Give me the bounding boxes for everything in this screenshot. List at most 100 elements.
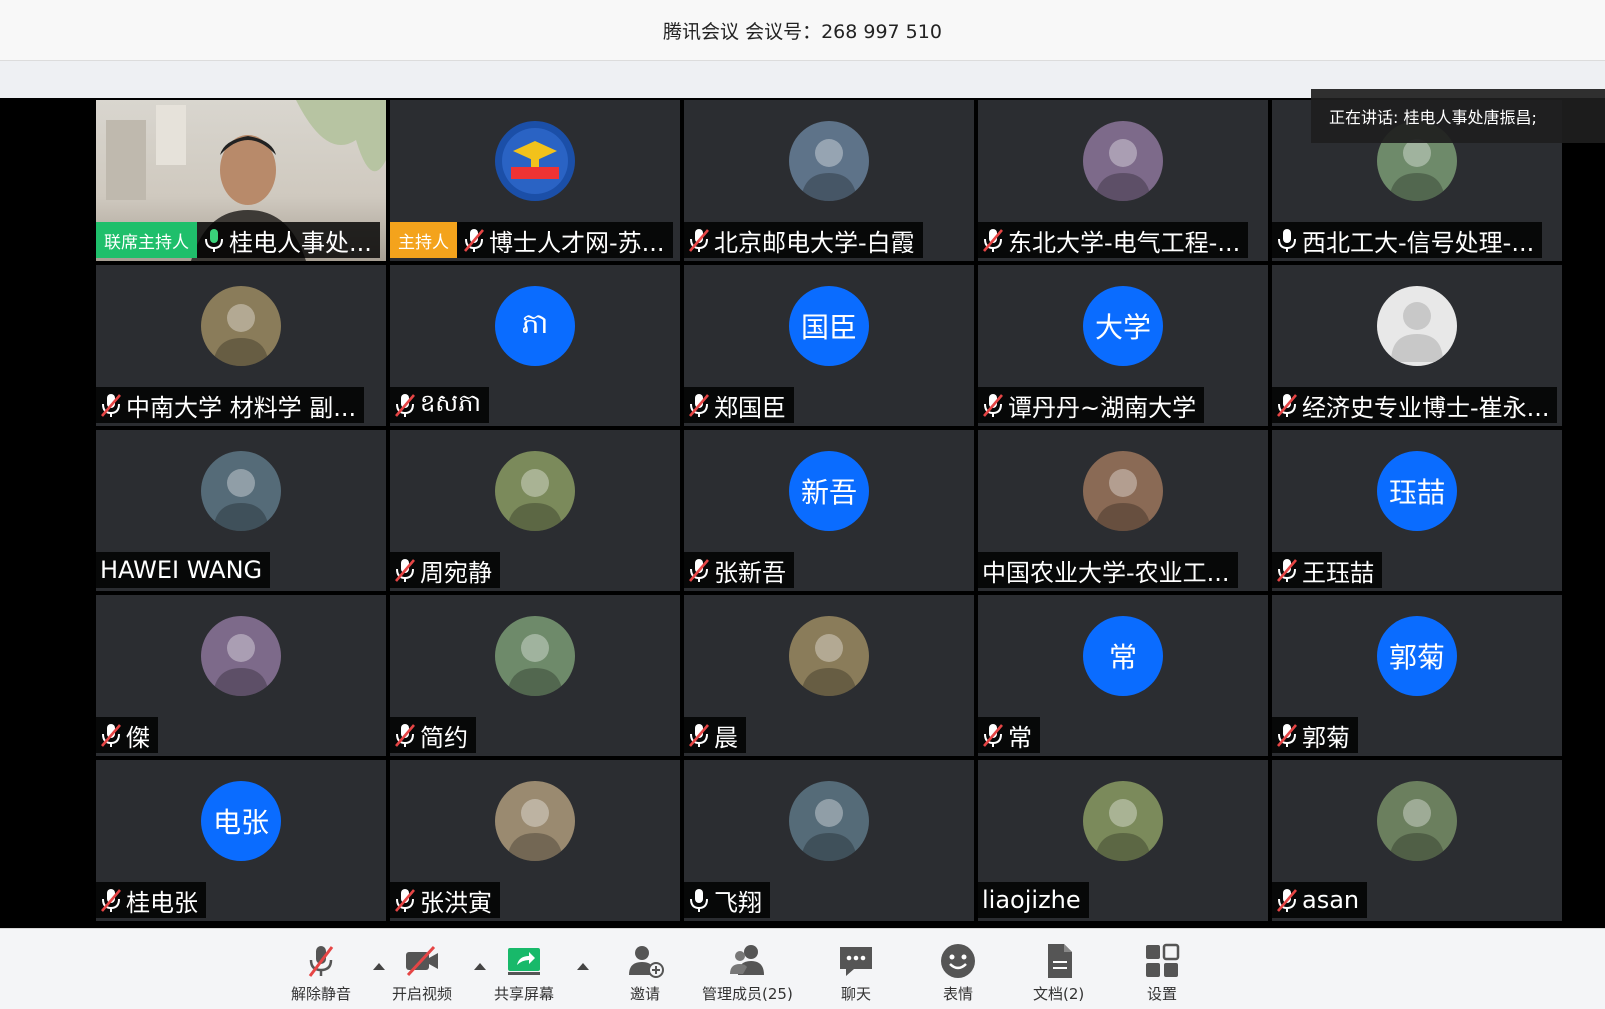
participant-tile[interactable]: liaojizhe xyxy=(978,760,1268,921)
invite-button[interactable]: 邀请 xyxy=(625,941,665,1004)
participant-tile[interactable]: 珏喆 王珏喆 xyxy=(1272,430,1562,591)
participant-tile[interactable]: 飞翔 xyxy=(684,760,974,921)
documents-button[interactable]: 文档(2) xyxy=(1033,941,1084,1004)
profile-photo-avatar xyxy=(1377,781,1457,861)
participant-name-bar: 周宛静 xyxy=(390,552,500,588)
share-screen-icon xyxy=(508,948,540,975)
participant-tile[interactable]: 新吾 张新吾 xyxy=(684,430,974,591)
participant-tile[interactable]: 东北大学-电气工程-... xyxy=(978,100,1268,261)
video-options-caret-icon[interactable] xyxy=(474,963,486,970)
reactions-button[interactable]: 表情 xyxy=(938,941,978,1004)
smiley-face-icon xyxy=(941,944,975,978)
participant-tile[interactable]: asan xyxy=(1272,760,1562,921)
profile-photo-avatar xyxy=(1083,121,1163,201)
participant-name: 张新吾 xyxy=(714,558,786,587)
microphone-icon xyxy=(205,229,223,252)
participant-tile[interactable]: 国臣 郑国臣 xyxy=(684,265,974,426)
start-video-label: 开启视频 xyxy=(392,985,453,1003)
participant-name-bar: 西北工大-信号处理-... xyxy=(1272,222,1543,258)
participant-name: 郑国臣 xyxy=(714,393,786,422)
participant-tile[interactable]: 简约 xyxy=(390,595,680,756)
participant-name-bar: 东北大学-电气工程-... xyxy=(978,222,1249,258)
avatar-initials: 新吾 xyxy=(789,451,869,531)
participant-name-bar: 经济史专业博士-崔永... xyxy=(1272,387,1557,423)
microphone-muted-icon xyxy=(308,946,334,977)
participant-name-bar: liaojizhe xyxy=(978,882,1089,918)
participant-name-bar: 桂电张 xyxy=(96,882,206,918)
microphone-muted-icon xyxy=(689,559,709,582)
profile-photo-avatar xyxy=(201,616,281,696)
share-screen-label: 共享屏幕 xyxy=(494,985,555,1003)
participant-name: 桂电人事处... xyxy=(229,228,372,257)
participant-name-bar: 张洪寅 xyxy=(390,882,500,918)
participant-name: ឧសភា xyxy=(420,388,481,417)
participant-name-bar: asan xyxy=(1272,882,1368,918)
participant-name: 周宛静 xyxy=(420,558,492,587)
share-options-caret-icon[interactable] xyxy=(577,963,589,970)
microphone-muted-icon xyxy=(983,394,1003,417)
participant-tile[interactable]: HAWEI WANG xyxy=(96,430,386,591)
manage-members-button[interactable]: 管理成员(25) xyxy=(702,941,793,1004)
participant-name-bar: 中国农业大学-农业工... xyxy=(978,552,1238,588)
participant-name-bar: 常 xyxy=(978,717,1040,753)
microphone-muted-icon xyxy=(1277,559,1297,582)
microphone-muted-icon xyxy=(983,229,1003,252)
share-screen-button[interactable]: 共享屏幕 xyxy=(494,941,554,1004)
participant-tile[interactable]: 联席主持人 桂电人事处... xyxy=(96,100,386,261)
avatar-initials: 常 xyxy=(1083,616,1163,696)
microphone-muted-icon xyxy=(395,559,415,582)
microphone-muted-icon xyxy=(1277,889,1297,912)
participant-name-bar: 傑 xyxy=(96,717,158,753)
microphone-muted-icon xyxy=(689,394,709,417)
audio-options-caret-icon[interactable] xyxy=(373,963,385,970)
participant-name-bar: 联席主持人 桂电人事处... xyxy=(96,222,380,258)
avatar-initials: 郭菊 xyxy=(1377,616,1457,696)
microphone-muted-icon xyxy=(1277,724,1297,747)
participant-name-bar: 中南大学 材料学 副... xyxy=(96,387,365,423)
role-badge: 联席主持人 xyxy=(96,222,197,258)
camera-off-icon xyxy=(406,945,438,977)
microphone-muted-icon xyxy=(1277,394,1297,417)
participant-tile[interactable]: 晨 xyxy=(684,595,974,756)
participant-tile[interactable]: 中南大学 材料学 副... xyxy=(96,265,386,426)
participant-tile[interactable]: 大学 谭丹丹~湖南大学 xyxy=(978,265,1268,426)
settings-button[interactable]: 设置 xyxy=(1142,941,1182,1004)
participant-tile[interactable]: 郭菊 郭菊 xyxy=(1272,595,1562,756)
chat-button[interactable]: 聊天 xyxy=(836,941,876,1004)
participant-name-bar: HAWEI WANG xyxy=(96,552,271,588)
chat-icon xyxy=(840,947,872,976)
participant-name: 桂电张 xyxy=(126,888,198,917)
profile-photo-avatar xyxy=(201,451,281,531)
microphone-muted-icon xyxy=(101,394,121,417)
participant-tile[interactable]: ភា ឧសភា xyxy=(390,265,680,426)
participant-tile[interactable]: 主持人 博士人才网-苏... xyxy=(390,100,680,261)
participant-tile[interactable]: 经济史专业博士-崔永... xyxy=(1272,265,1562,426)
microphone-muted-icon xyxy=(395,394,415,417)
participant-name: 西北工大-信号处理-... xyxy=(1302,228,1535,257)
participant-name-bar: 晨 xyxy=(684,717,746,753)
unmute-label: 解除静音 xyxy=(291,985,352,1003)
participant-name: liaojizhe xyxy=(982,886,1081,914)
participant-name: 东北大学-电气工程-... xyxy=(1008,228,1241,257)
apps-grid-icon xyxy=(1146,943,1180,977)
participant-grid: 联席主持人 桂电人事处... 主持人 博士人才网-苏... 北京邮电大学-白霞 东北大学-… xyxy=(96,100,1562,921)
participant-tile[interactable]: 常常 xyxy=(978,595,1268,756)
participant-tile[interactable]: 北京邮电大学-白霞 xyxy=(684,100,974,261)
logo-avatar-icon xyxy=(495,121,575,201)
participant-tile[interactable]: 电张 桂电张 xyxy=(96,760,386,921)
participant-tile[interactable]: 中国农业大学-农业工... xyxy=(978,430,1268,591)
participant-name-bar: 简约 xyxy=(390,717,476,753)
manage-members-label: 管理成员(25) xyxy=(702,985,793,1003)
unmute-button[interactable]: 解除静音 xyxy=(291,941,351,1004)
role-badge: 主持人 xyxy=(390,222,457,258)
start-video-button[interactable]: 开启视频 xyxy=(392,941,452,1004)
participant-name-bar: 主持人 博士人才网-苏... xyxy=(390,222,673,258)
participant-tile[interactable]: 张洪寅 xyxy=(390,760,680,921)
participant-tile[interactable]: 傑 xyxy=(96,595,386,756)
participant-name: 郭菊 xyxy=(1302,723,1350,752)
avatar-initials: 电张 xyxy=(201,781,281,861)
profile-photo-avatar xyxy=(1083,451,1163,531)
participant-name-bar: ឧសភា xyxy=(390,387,489,423)
participant-tile[interactable]: 周宛静 xyxy=(390,430,680,591)
participant-name: 经济史专业博士-崔永... xyxy=(1302,393,1549,422)
